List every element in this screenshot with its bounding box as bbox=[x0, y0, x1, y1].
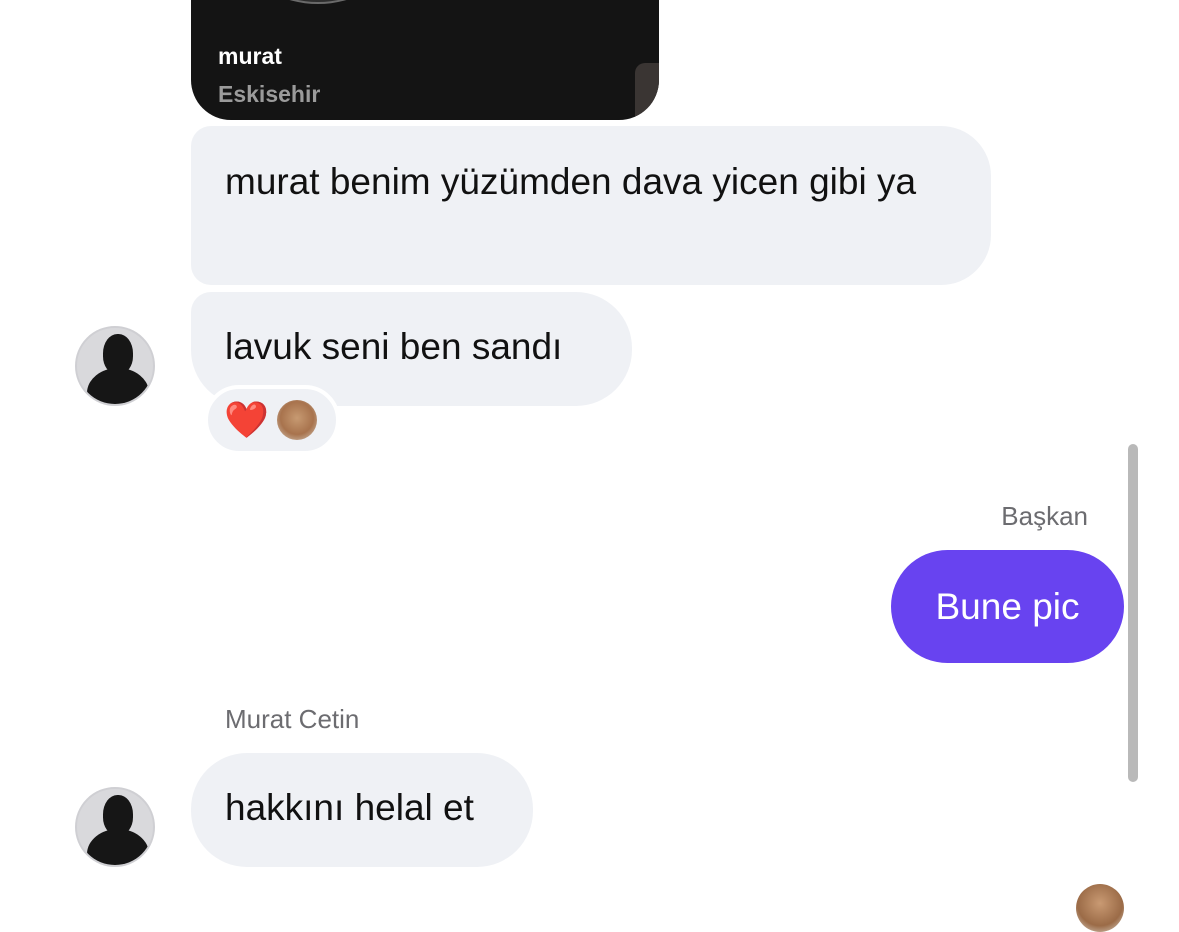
heart-icon: ❤️ bbox=[224, 399, 269, 440]
message-bubble-incoming[interactable]: murat benim yüzümden dava yicen gibi ya bbox=[191, 126, 991, 285]
card-name: murat bbox=[218, 43, 282, 69]
silhouette-body bbox=[87, 368, 149, 404]
message-bubble-outgoing[interactable]: Bune pic bbox=[891, 550, 1124, 663]
shared-profile-card[interactable]: murat Eskisehir bbox=[191, 0, 659, 120]
sender-name: Murat Cetin bbox=[225, 704, 360, 734]
sender-name: Başkan bbox=[1001, 501, 1088, 531]
card-location: Eskisehir bbox=[218, 81, 321, 107]
message-text: Bune pic bbox=[935, 586, 1080, 627]
sender-avatar[interactable] bbox=[75, 787, 155, 867]
message-text: hakkını helal et bbox=[225, 787, 474, 828]
card-profile-photo bbox=[251, 0, 385, 4]
silhouette-body bbox=[87, 829, 149, 865]
sender-avatar[interactable] bbox=[75, 326, 155, 406]
reaction-pill[interactable]: ❤️ bbox=[204, 385, 340, 455]
reactor-avatar bbox=[276, 400, 317, 440]
card-side-image bbox=[635, 63, 659, 120]
message-text: murat benim yüzümden dava yicen gibi ya bbox=[225, 161, 917, 202]
scrollbar[interactable] bbox=[1128, 444, 1138, 782]
read-receipt-avatar bbox=[1076, 884, 1124, 932]
message-bubble-incoming[interactable]: hakkını helal et bbox=[191, 753, 533, 867]
message-text: lavuk seni ben sandı bbox=[225, 326, 563, 367]
